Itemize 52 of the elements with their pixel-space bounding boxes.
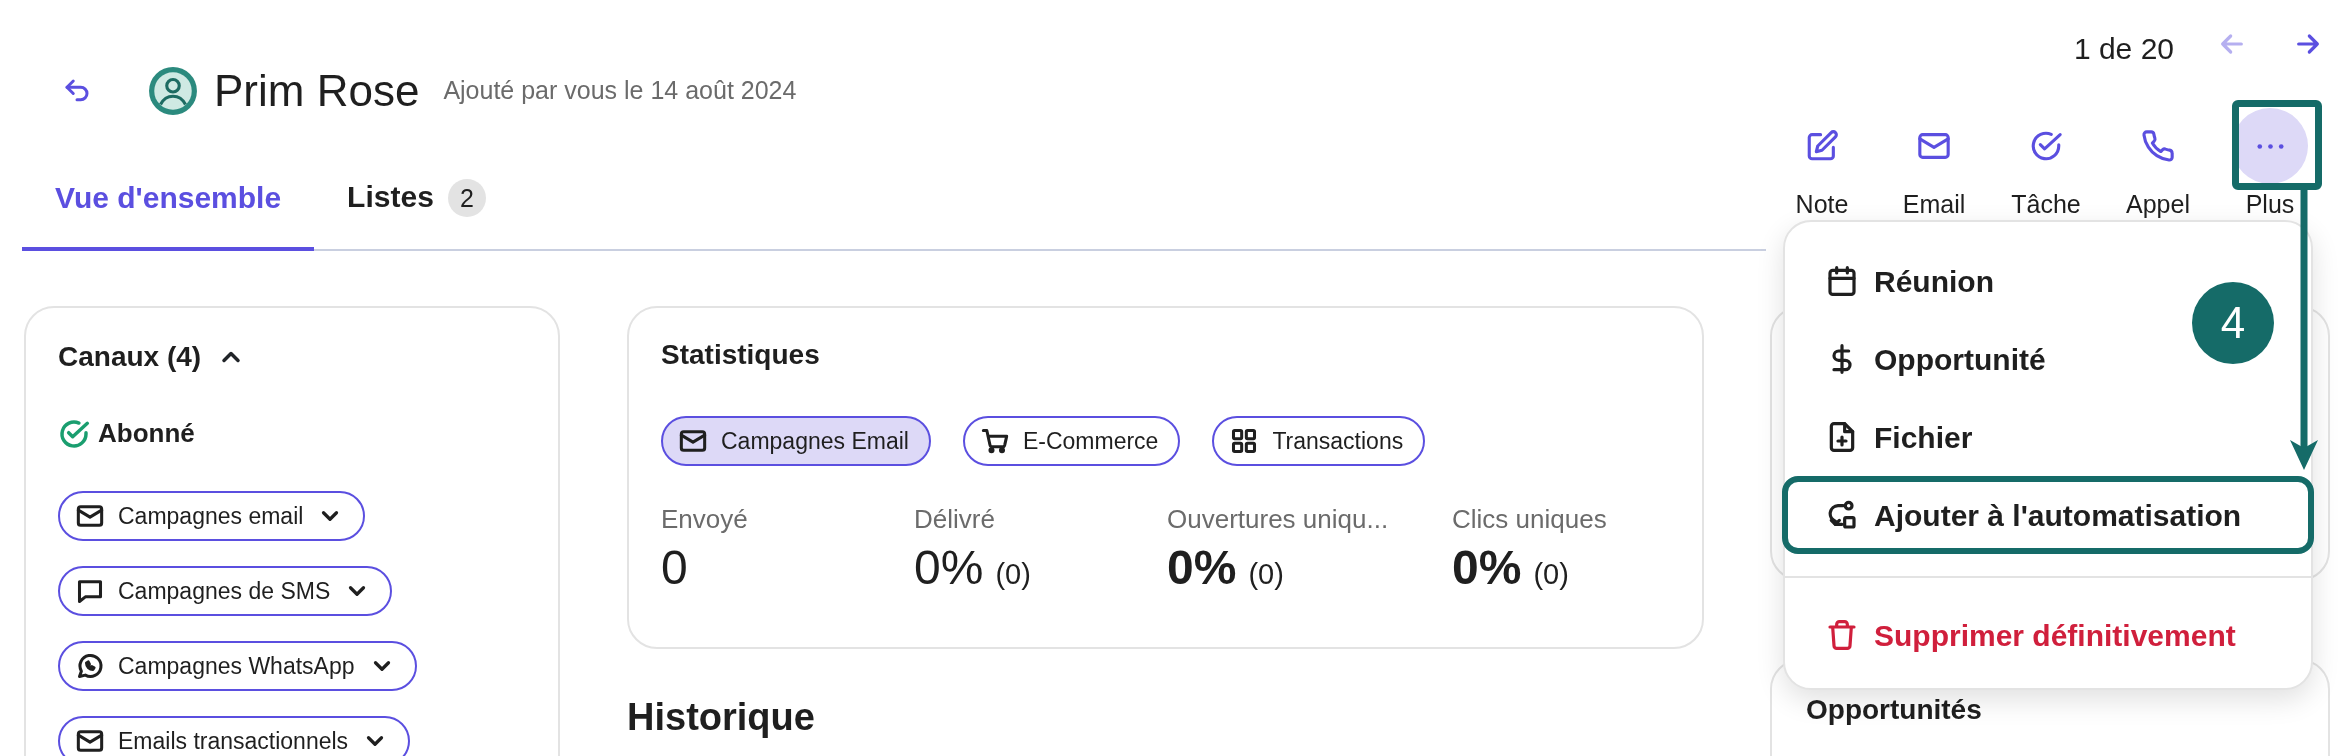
metric-count: (0) <box>995 557 1031 592</box>
filter-chip[interactable]: Transactions <box>1212 416 1426 466</box>
channel-dropdown[interactable]: Emails transactionnels <box>58 716 411 756</box>
trash-icon <box>1826 619 1858 651</box>
more-icon <box>2256 143 2284 149</box>
filter-chip[interactable]: Campagnes Email <box>661 416 931 466</box>
action-label: Plus <box>2245 190 2295 218</box>
automation-icon <box>1826 499 1858 531</box>
metric-value: 0% <box>1167 540 1237 596</box>
metric-label: Envoyé <box>661 503 749 536</box>
phone-icon <box>2141 129 2175 163</box>
avatar-icon <box>148 66 198 116</box>
page-counter: 1 de 20 <box>2073 31 2174 67</box>
contact-name: Prim Rose <box>214 65 420 117</box>
added-date: Ajouté par vous le 14 août 2024 <box>443 75 797 107</box>
section-title: Statistiques <box>661 338 821 372</box>
calendar-icon <box>1826 265 1858 297</box>
envelope-icon <box>76 502 104 530</box>
metric-label: Clics uniques <box>1452 503 1608 536</box>
action-label: Note <box>1795 190 1849 218</box>
metric-label: Délivré <box>914 503 996 536</box>
menu-item[interactable]: Supprimer définitivement <box>1782 596 2314 674</box>
section-title: Canaux (4) <box>58 340 202 374</box>
envelope-icon <box>76 727 104 755</box>
section-title: Opportunités <box>1806 693 1983 727</box>
menu-item[interactable]: Fichier <box>1782 398 2314 476</box>
edit-icon <box>1805 129 1839 163</box>
channel-dropdown[interactable]: Campagnes WhatsApp <box>58 641 417 691</box>
grid-icon <box>1230 427 1259 455</box>
cart-icon <box>980 427 1009 455</box>
menu-item[interactable]: Ajouter à l'automatisation <box>1782 476 2314 554</box>
tab[interactable]: Listes 2 <box>314 150 519 251</box>
metric-value: 0% <box>914 540 984 596</box>
check-circle-icon <box>58 417 90 450</box>
channel-dropdown[interactable]: Campagnes de SMS <box>58 566 393 616</box>
chat-bubble-icon <box>76 577 104 605</box>
channel-dropdown[interactable]: Campagnes email <box>58 491 366 541</box>
tab[interactable]: Vue d'ensemble <box>22 150 315 251</box>
section-title: Historique <box>627 695 816 740</box>
metric-value: 0 <box>661 540 688 596</box>
metric-count: (0) <box>1248 557 1284 592</box>
action-label: Tâche <box>2011 190 2081 218</box>
whatsapp-icon <box>76 652 104 680</box>
metric-count: (0) <box>1533 557 1569 592</box>
check-circle-icon <box>2029 129 2063 163</box>
envelope-icon <box>679 427 707 455</box>
action-label: Appel <box>2126 190 2190 218</box>
subscription-status: Abonné <box>98 417 195 450</box>
filter-chip[interactable]: E-Commerce <box>962 416 1181 466</box>
action-label: Email <box>1902 190 1966 218</box>
metric-label: Ouvertures uniqu... <box>1167 503 1390 536</box>
metric-value: 0% <box>1452 540 1522 596</box>
